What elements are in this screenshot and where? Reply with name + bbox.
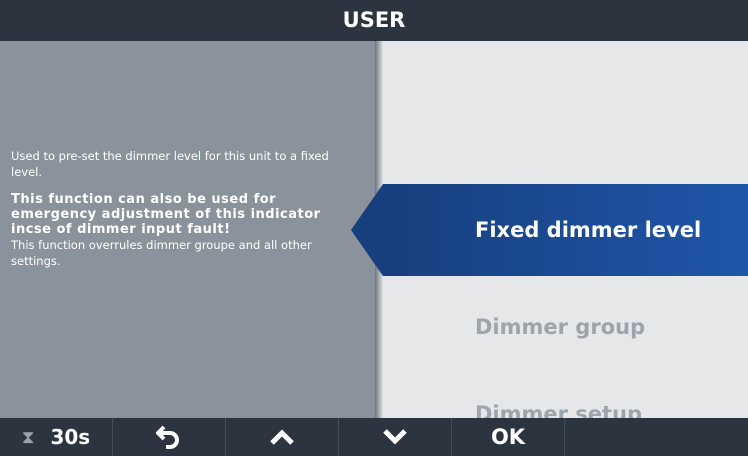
page-title: USER [0, 0, 748, 41]
down-button[interactable] [339, 418, 452, 456]
help-description: Used to pre-set the dimmer level for thi… [11, 149, 329, 179]
menu-item-label: Fixed dimmer level [475, 218, 702, 242]
back-arrow-icon [156, 425, 179, 449]
help-note: This function overrules dimmer groupe an… [11, 238, 312, 268]
timer-value: 30s [50, 425, 91, 449]
ok-label: OK [490, 425, 526, 449]
ok-button[interactable]: OK [452, 418, 565, 456]
help-warning: This function can also be used for emerg… [11, 192, 321, 237]
bottom-toolbar: ⧗ 30s OK [0, 418, 748, 456]
screen: USER Used to pre-set the dimmer level fo… [0, 0, 748, 456]
menu-item-label: Dimmer setup [475, 402, 643, 418]
help-panel: Used to pre-set the dimmer level for thi… [0, 41, 375, 418]
help-text: Used to pre-set the dimmer level for thi… [11, 148, 361, 269]
menu-item-dimmer-setup[interactable]: Dimmer setup [383, 368, 748, 418]
menu-item-dimmer-group[interactable]: Dimmer group [383, 281, 748, 373]
back-button[interactable] [113, 418, 226, 456]
menu-list[interactable]: Fixed dimmer level Dimmer group Dimmer s… [383, 41, 748, 418]
selection-pointer [351, 184, 383, 276]
timer-display: ⧗ 30s [0, 418, 113, 456]
hourglass-icon: ⧗ [21, 426, 35, 448]
menu-item-fixed-dimmer-level[interactable]: Fixed dimmer level [383, 184, 748, 276]
chevron-down-icon [383, 429, 407, 445]
chevron-up-icon [270, 429, 294, 445]
menu-item-label: Dimmer group [475, 315, 646, 339]
up-button[interactable] [226, 418, 339, 456]
